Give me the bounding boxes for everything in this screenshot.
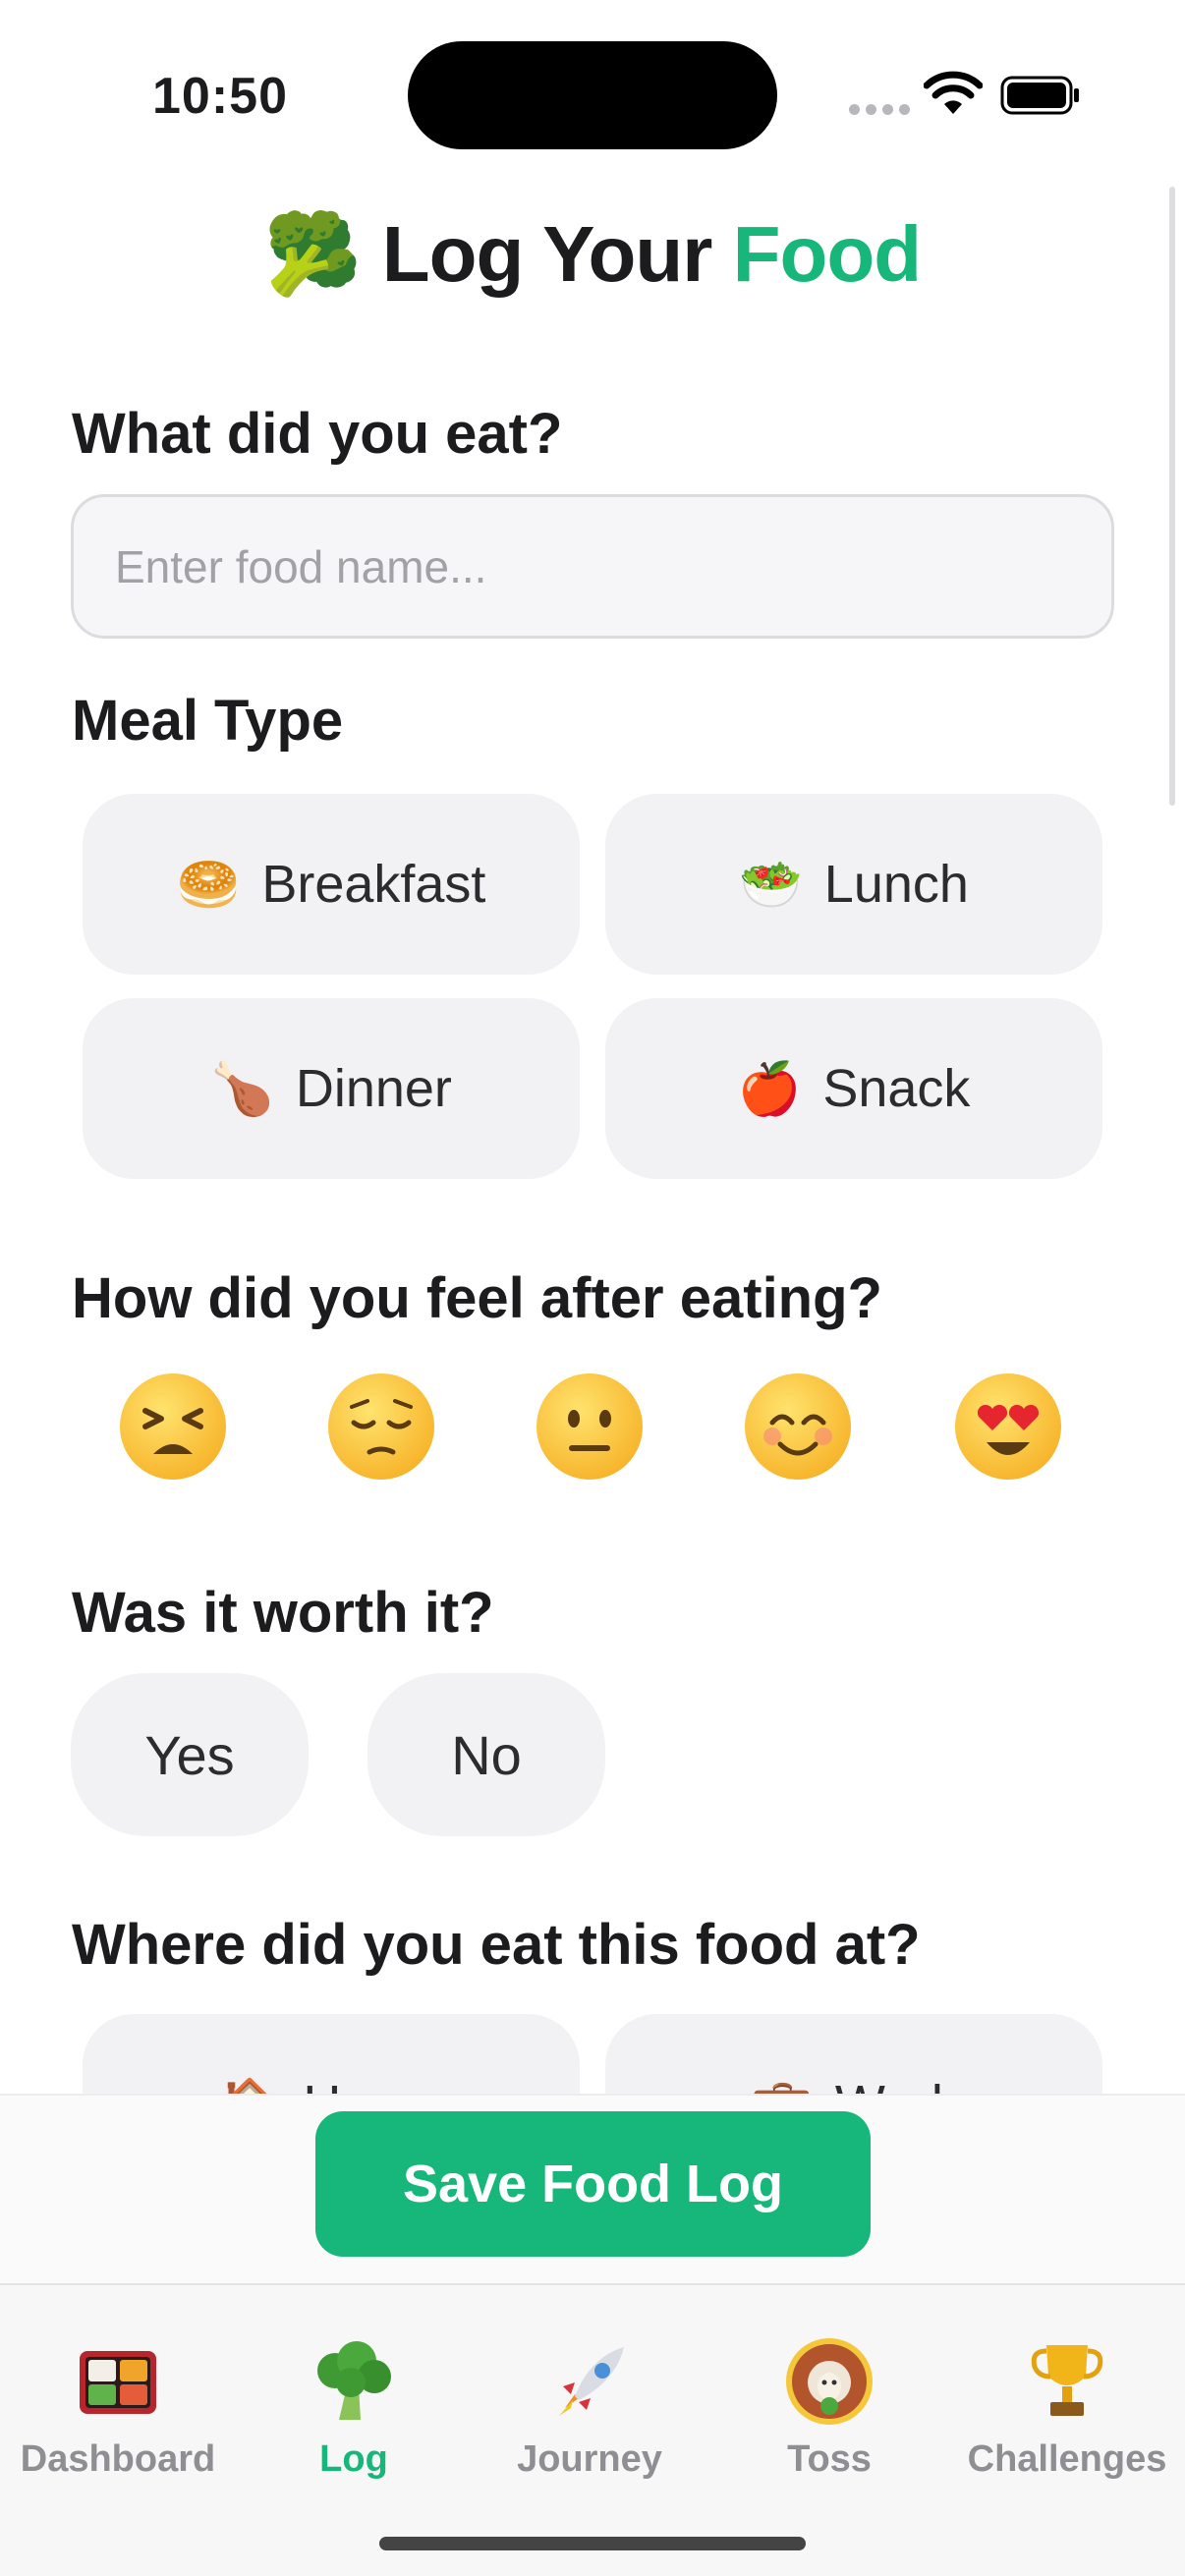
pensive-face-icon[interactable] (328, 1373, 434, 1480)
meal-option-label: Lunch (823, 855, 969, 914)
tab-dashboard[interactable]: Dashboard (0, 2334, 236, 2481)
meal-type-label: Meal Type (72, 689, 344, 753)
tab-journey[interactable]: Journey (472, 2334, 707, 2481)
dynamic-island (408, 41, 777, 149)
worth-yes-button[interactable]: Yes (71, 1673, 309, 1836)
meal-option-lunch[interactable]: 🥗 Lunch (605, 794, 1102, 975)
rocket-icon (542, 2334, 637, 2429)
page-title-prefix: Log Your (381, 210, 713, 298)
drumstick-icon: 🍗 (210, 1059, 274, 1119)
tab-label: Toss (787, 2438, 872, 2480)
heart-eyes-face-icon[interactable] (955, 1373, 1061, 1480)
page-title-accent: Food (732, 210, 922, 298)
tired-face-icon[interactable] (120, 1373, 226, 1480)
meal-option-snack[interactable]: 🍎 Snack (605, 998, 1102, 1179)
feeling-label: How did you feel after eating? (72, 1266, 882, 1330)
trophy-icon (1020, 2334, 1114, 2429)
smiling-face-icon[interactable] (745, 1373, 851, 1480)
save-food-log-button[interactable]: Save Food Log (315, 2111, 871, 2257)
meal-option-label: Breakfast (261, 855, 486, 914)
meal-option-dinner[interactable]: 🍗 Dinner (83, 998, 580, 1179)
neutral-face-icon[interactable] (536, 1373, 643, 1480)
wifi-icon (924, 71, 983, 114)
sheep-avatar-icon (782, 2334, 876, 2429)
battery-icon (1000, 76, 1079, 115)
tab-challenges[interactable]: Challenges (949, 2334, 1185, 2481)
meal-option-label: Dinner (295, 1059, 452, 1118)
food-name-input[interactable] (71, 494, 1114, 639)
tab-label: Journey (517, 2438, 662, 2480)
meal-option-label: Snack (822, 1059, 971, 1118)
log-food-screen: 10:50 🥦 Log Your Food What did you eat? … (0, 0, 1185, 2576)
tab-label: Challenges (967, 2438, 1167, 2480)
bagel-icon: 🥯 (176, 855, 241, 915)
apple-icon: 🍎 (737, 1059, 802, 1119)
location-label: Where did you eat this food at? (72, 1913, 921, 1977)
tab-label: Dashboard (20, 2438, 216, 2480)
worth-label: Was it worth it? (72, 1581, 494, 1645)
home-indicator[interactable] (379, 2537, 806, 2550)
tab-label: Log (319, 2438, 388, 2480)
broccoli-icon (307, 2334, 401, 2429)
status-time: 10:50 (152, 68, 288, 125)
salad-icon: 🥗 (739, 855, 803, 915)
food-name-label: What did you eat? (72, 402, 563, 466)
bento-box-icon (71, 2334, 165, 2429)
tab-toss[interactable]: Toss (711, 2334, 947, 2481)
page-title: 🥦 Log Your Food (0, 208, 1185, 301)
meal-option-breakfast[interactable]: 🥯 Breakfast (83, 794, 580, 975)
cellular-signal-icon (849, 104, 910, 115)
broccoli-icon: 🥦 (263, 208, 363, 300)
tab-log[interactable]: Log (236, 2334, 472, 2481)
worth-no-button[interactable]: No (367, 1673, 605, 1836)
